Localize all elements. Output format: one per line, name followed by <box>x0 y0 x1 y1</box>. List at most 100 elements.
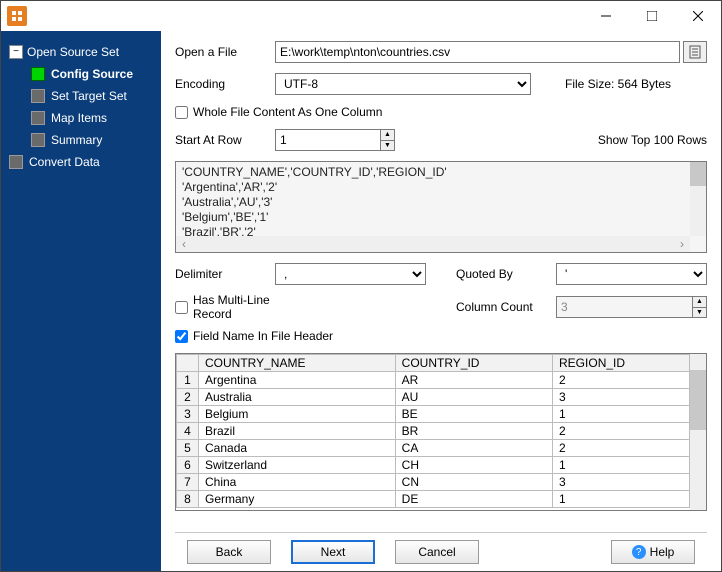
row-number: 4 <box>177 423 199 440</box>
quoted-by-select[interactable]: ' <box>556 263 707 285</box>
table-cell[interactable]: 1 <box>553 491 690 508</box>
column-count-label: Column Count <box>456 300 556 314</box>
column-count-input <box>556 296 707 318</box>
table-cell[interactable]: 3 <box>553 389 690 406</box>
next-button[interactable]: Next <box>291 540 375 564</box>
table-row[interactable]: 3BelgiumBE1 <box>177 406 690 423</box>
help-button[interactable]: ?Help <box>611 540 695 564</box>
table-cell[interactable]: DE <box>395 491 552 508</box>
row-number: 1 <box>177 372 199 389</box>
nav-label: Summary <box>51 133 102 147</box>
nav-label: Config Source <box>51 67 133 81</box>
row-number: 6 <box>177 457 199 474</box>
sidebar: − Open Source Set Config Source Set Targ… <box>1 31 161 571</box>
vertical-scrollbar[interactable] <box>690 354 706 510</box>
start-row-input[interactable] <box>275 129 395 151</box>
table-cell[interactable]: 2 <box>553 423 690 440</box>
table-cell[interactable]: CH <box>395 457 552 474</box>
table-cell[interactable]: Belgium <box>199 406 396 423</box>
table-cell[interactable]: Switzerland <box>199 457 396 474</box>
tree-collapse-icon[interactable]: − <box>9 45 23 59</box>
horizontal-scrollbar[interactable] <box>176 236 690 252</box>
minimize-button[interactable] <box>583 1 629 31</box>
table-row[interactable]: 2AustraliaAU3 <box>177 389 690 406</box>
table-row[interactable]: 1ArgentinaAR2 <box>177 372 690 389</box>
table-cell[interactable]: China <box>199 474 396 491</box>
nav-config-source[interactable]: Config Source <box>1 63 161 85</box>
field-name-header-label: Field Name In File Header <box>193 329 333 343</box>
table-cell[interactable]: BE <box>395 406 552 423</box>
table-cell[interactable]: Argentina <box>199 372 396 389</box>
table-row[interactable]: 4BrazilBR2 <box>177 423 690 440</box>
data-table: COUNTRY_NAMECOUNTRY_IDREGION_ID1Argentin… <box>175 353 707 511</box>
table-row[interactable]: 5CanadaCA2 <box>177 440 690 457</box>
preview-line: 'Argentina','AR','2' <box>182 180 700 195</box>
nav-map-items[interactable]: Map Items <box>1 107 161 129</box>
cancel-button[interactable]: Cancel <box>395 540 479 564</box>
nav-set-target-set[interactable]: Set Target Set <box>1 85 161 107</box>
maximize-button[interactable] <box>629 1 675 31</box>
row-number: 7 <box>177 474 199 491</box>
document-icon <box>688 45 702 59</box>
encoding-label: Encoding <box>175 77 275 91</box>
table-cell[interactable]: 1 <box>553 457 690 474</box>
browse-file-button[interactable] <box>683 41 707 63</box>
table-cell[interactable]: Australia <box>199 389 396 406</box>
step-indicator-icon <box>9 155 23 169</box>
table-header[interactable]: REGION_ID <box>553 355 690 372</box>
table-cell[interactable]: CN <box>395 474 552 491</box>
file-path-input[interactable] <box>275 41 680 63</box>
vertical-scrollbar[interactable] <box>690 162 706 236</box>
step-indicator-icon <box>31 111 45 125</box>
nav-label: Open Source Set <box>27 45 119 59</box>
table-cell[interactable]: BR <box>395 423 552 440</box>
delimiter-select[interactable]: , <box>275 263 426 285</box>
preview-line: 'Australia','AU','3' <box>182 195 700 210</box>
table-cell[interactable]: 3 <box>553 474 690 491</box>
table-cell[interactable]: AR <box>395 372 552 389</box>
table-cell[interactable]: 1 <box>553 406 690 423</box>
table-row[interactable]: 6SwitzerlandCH1 <box>177 457 690 474</box>
table-cell[interactable]: CA <box>395 440 552 457</box>
quoted-by-label: Quoted By <box>456 267 556 281</box>
help-icon: ? <box>632 545 646 559</box>
row-number: 5 <box>177 440 199 457</box>
file-size-text: File Size: 564 Bytes <box>565 77 671 91</box>
whole-file-checkbox[interactable] <box>175 106 188 119</box>
table-cell[interactable]: AU <box>395 389 552 406</box>
table-cell[interactable]: 2 <box>553 372 690 389</box>
preview-textarea[interactable]: 'COUNTRY_NAME','COUNTRY_ID','REGION_ID''… <box>175 161 707 253</box>
row-number: 8 <box>177 491 199 508</box>
row-number: 2 <box>177 389 199 406</box>
table-row[interactable]: 8GermanyDE1 <box>177 491 690 508</box>
whole-file-label: Whole File Content As One Column <box>193 105 382 119</box>
field-name-header-checkbox[interactable] <box>175 330 188 343</box>
table-cell[interactable]: Canada <box>199 440 396 457</box>
nav-convert-data[interactable]: − Convert Data <box>1 151 161 173</box>
nav-label: Convert Data <box>29 155 100 169</box>
back-button[interactable]: Back <box>187 540 271 564</box>
nav-label: Map Items <box>51 111 107 125</box>
spin-down-icon[interactable]: ▼ <box>380 141 394 151</box>
show-top-rows-text: Show Top 100 Rows <box>598 133 707 147</box>
footer: Back Next Cancel ?Help <box>175 532 707 571</box>
step-indicator-icon <box>31 67 45 81</box>
spin-up-icon[interactable]: ▲ <box>380 130 394 141</box>
close-button[interactable] <box>675 1 721 31</box>
delimiter-label: Delimiter <box>175 267 275 281</box>
main-panel: Open a File Encoding UTF-8 File Size: 56… <box>161 31 721 571</box>
nav-open-source-set[interactable]: − Open Source Set <box>1 41 161 63</box>
table-header[interactable]: COUNTRY_NAME <box>199 355 396 372</box>
preview-line: 'Belgium','BE','1' <box>182 210 700 225</box>
nav-summary[interactable]: Summary <box>1 129 161 151</box>
multi-line-label: Has Multi-Line Record <box>193 293 293 321</box>
multi-line-checkbox[interactable] <box>175 301 188 314</box>
row-number: 3 <box>177 406 199 423</box>
table-cell[interactable]: Germany <box>199 491 396 508</box>
encoding-select[interactable]: UTF-8 <box>275 73 531 95</box>
table-cell[interactable]: 2 <box>553 440 690 457</box>
table-cell[interactable]: Brazil <box>199 423 396 440</box>
table-row[interactable]: 7ChinaCN3 <box>177 474 690 491</box>
table-header[interactable]: COUNTRY_ID <box>395 355 552 372</box>
start-row-label: Start At Row <box>175 133 275 147</box>
